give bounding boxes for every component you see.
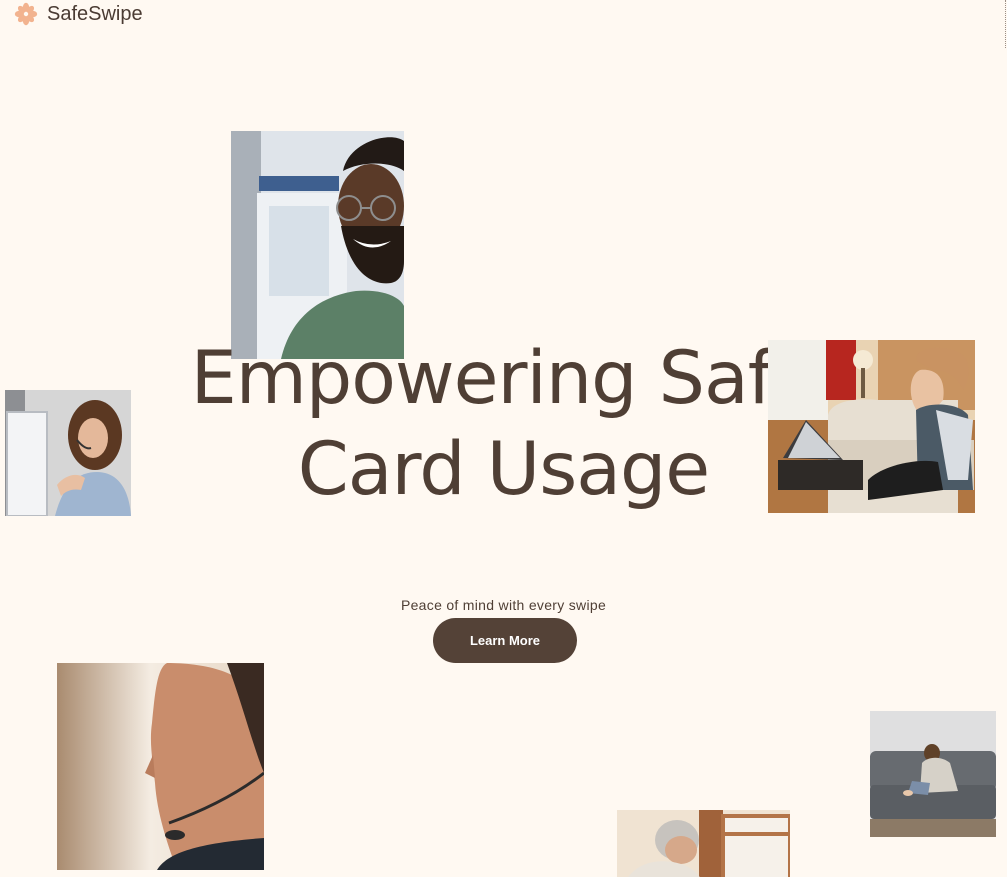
learn-more-button[interactable]: Learn More (433, 618, 577, 663)
photo-man-headset-profile (57, 663, 264, 870)
hero-title-line-1: Empowering Safe (190, 336, 818, 421)
page: SafeSwipe Empowering Safe Card Usage Pea… (0, 0, 1007, 877)
hero-title-line-2: Card Usage (297, 427, 710, 512)
scrollbar-edge (1003, 0, 1006, 48)
photo-elderly-man-window (617, 810, 790, 877)
brand-name[interactable]: SafeSwipe (47, 3, 143, 26)
site-header: SafeSwipe (14, 0, 143, 28)
flower-logo-icon[interactable] (14, 2, 38, 26)
photo-woman-couch-laptop (768, 340, 975, 513)
hero-tagline: Peace of mind with every swipe (400, 597, 607, 613)
photo-smiling-man-glasses (231, 131, 404, 359)
photo-woman-gray-couch (870, 711, 996, 837)
